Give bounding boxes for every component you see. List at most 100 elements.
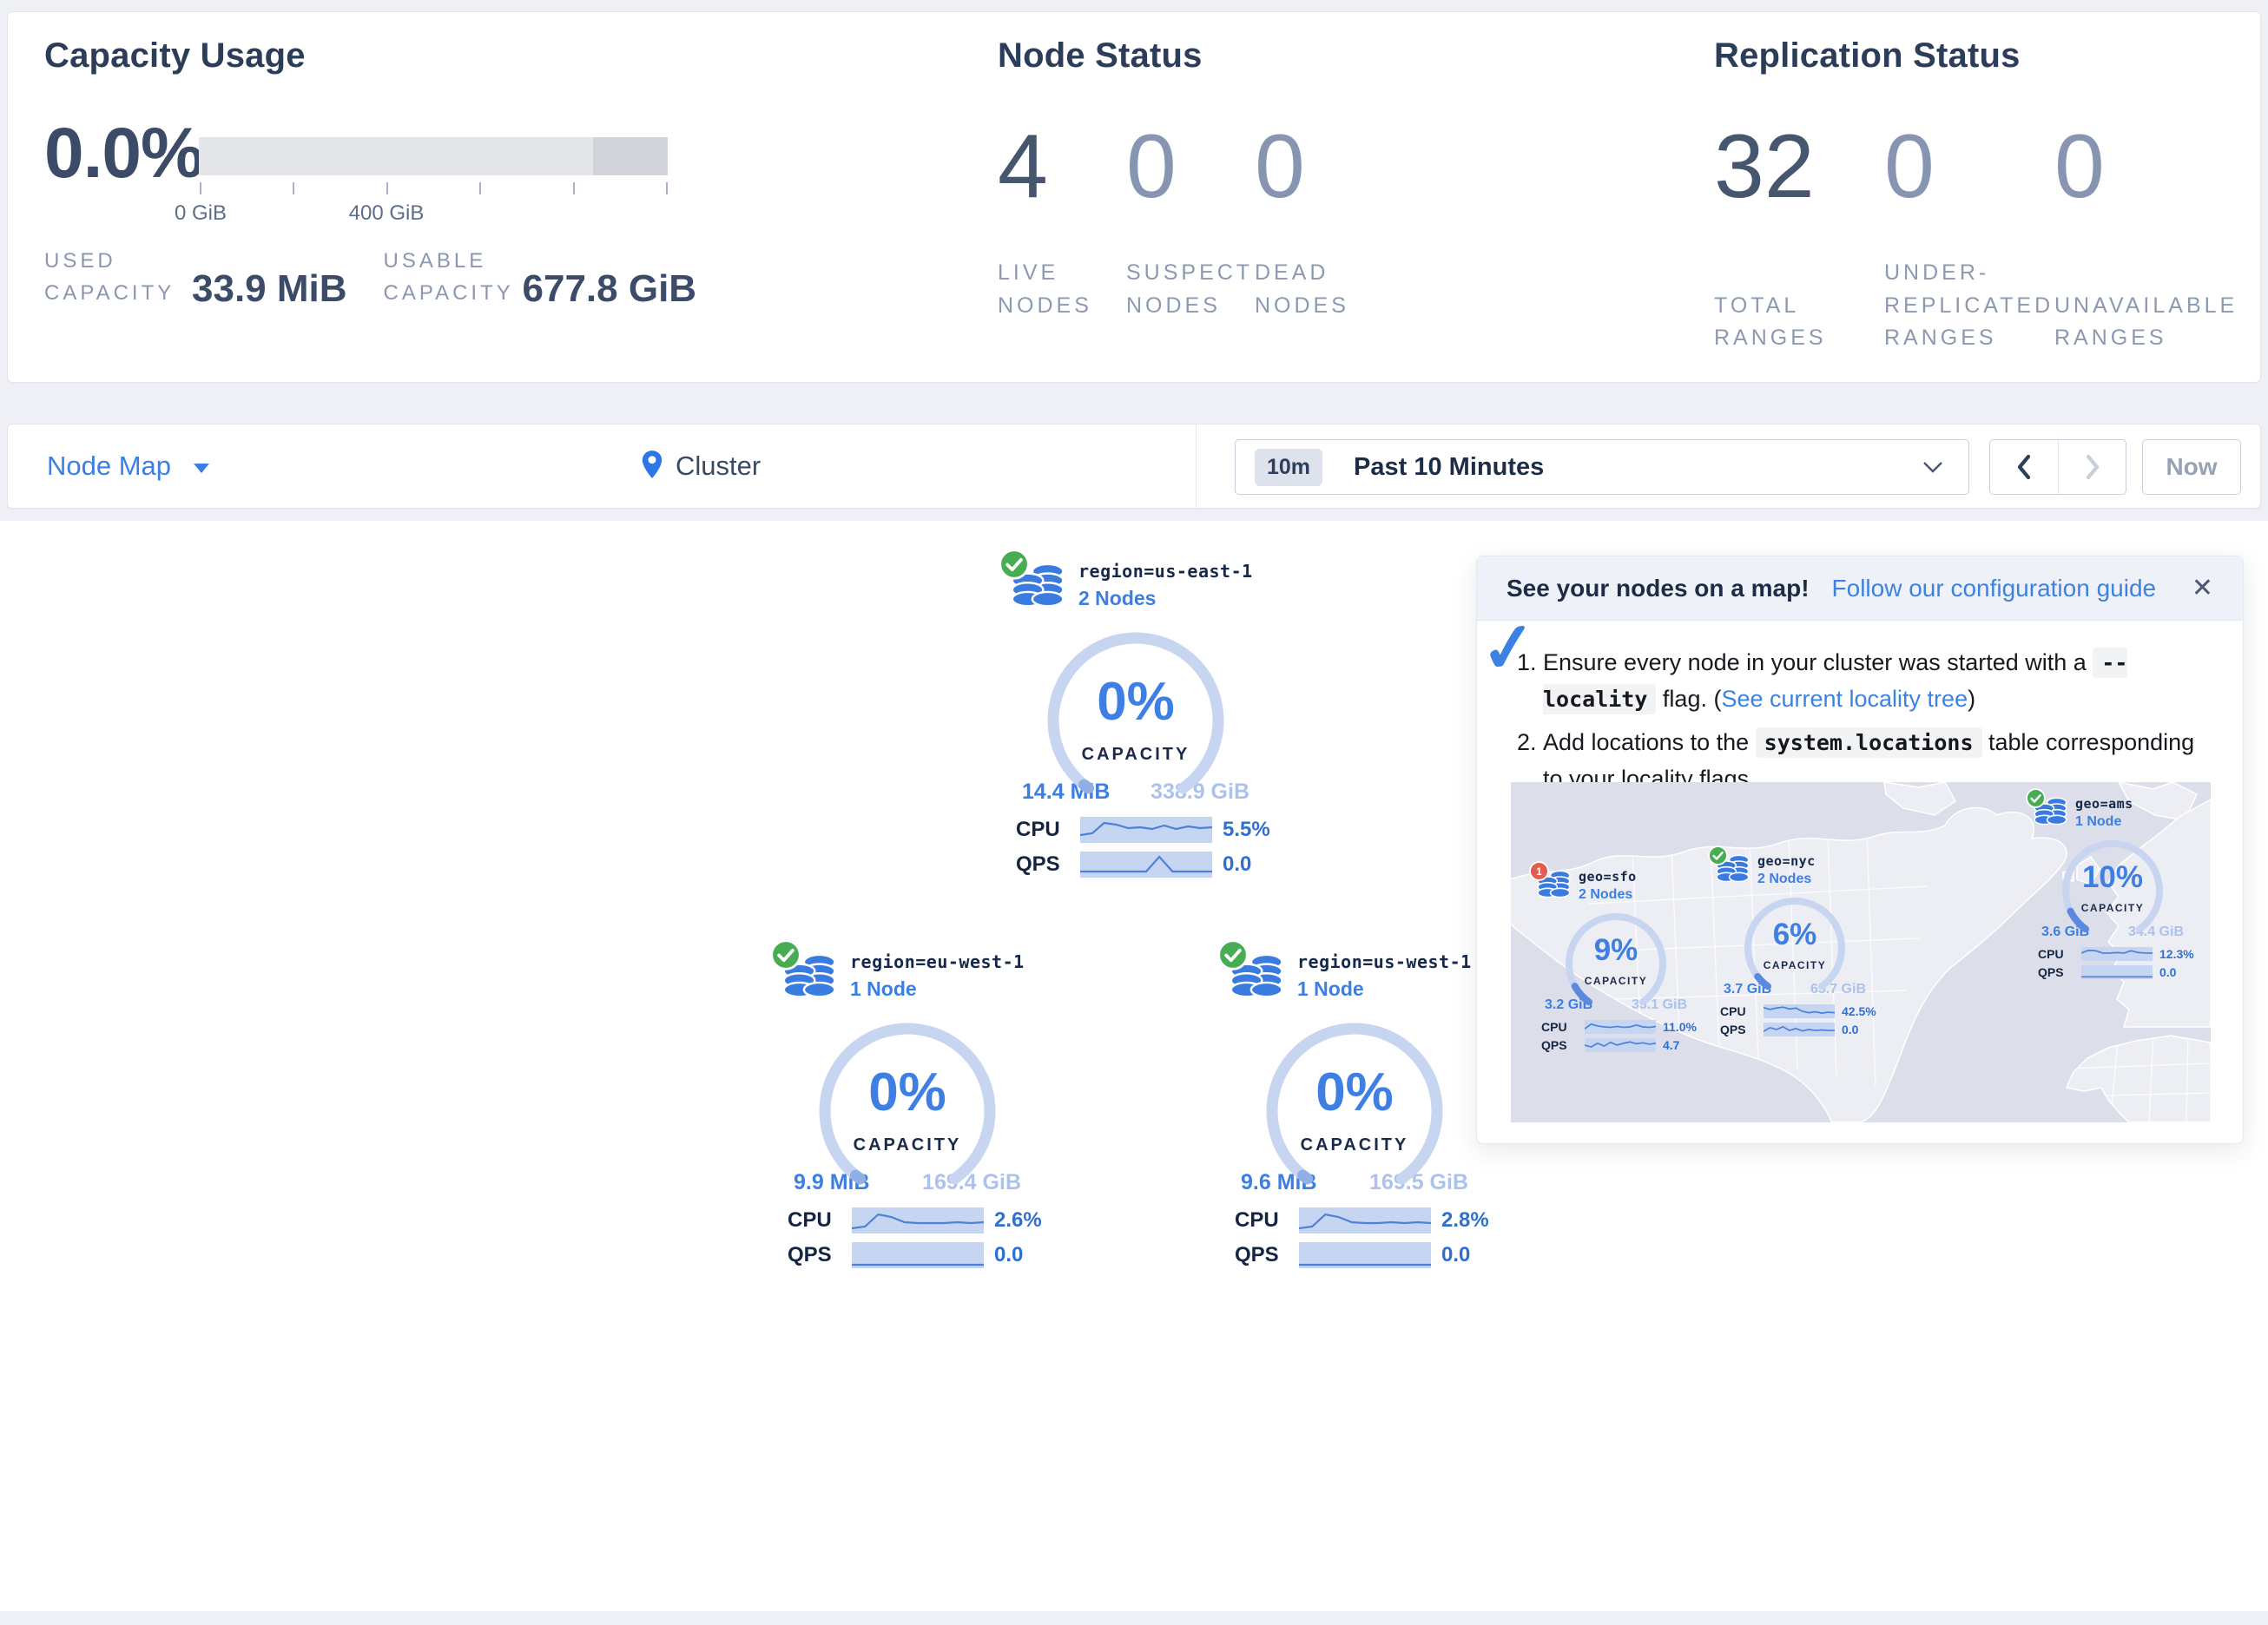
node-titles: region=us-west-1 1 Node [1297,951,1472,1001]
capacity-bar-used-segment [593,137,668,175]
cpu-value: 5.5% [1223,818,1270,842]
healthy-check-icon [999,549,1030,580]
section-title-replication: Replication Status [1714,38,2225,73]
code-system-locations: system.locations [1756,727,1982,758]
nodes-count-link[interactable]: 1 Node [2075,814,2133,830]
qps-label: QPS [1541,1038,1578,1052]
view-selector-dropdown[interactable]: Node Map [47,424,209,508]
qps-value: 0.0 [1842,1023,1876,1036]
cpu-sparkline [852,1207,984,1234]
node-titles: geo=ams 1 Node [2075,796,2133,830]
locality-label[interactable]: geo=nyc [1757,853,1816,869]
cpu-label: CPU [1235,1208,1289,1233]
popup-header: See your nodes on a map! Follow our conf… [1477,556,2243,621]
region-node-region=eu-west-1: region=eu-west-11 Node 0%CAPACITY9.9 MiB… [777,951,1038,1268]
cpu-value: 2.8% [1441,1208,1489,1233]
node-titles: geo=nyc 2 Nodes [1757,853,1816,887]
qps-label: QPS [1235,1243,1289,1267]
capacity-percent-value: 6% [1742,919,1848,950]
capacity-gauge: 9%CAPACITY [1563,911,1669,996]
node-status-value-1: 0 [1126,122,1255,212]
step-forward-button[interactable] [2058,440,2126,494]
cpu-sparkline [1585,1020,1656,1034]
region-node-geo=nyc: geo=nyc2 Nodes 6%CAPACITY3.7 GiB65.7 GiB… [1712,853,1877,1036]
capacity-bar-chart: 0 GiB 400 GiB [199,118,672,189]
axis-tick [293,182,294,194]
healthy-check-icon [1708,845,1728,865]
node-header: region=eu-west-1 1 Node [777,951,1038,1010]
locality-label[interactable]: region=us-west-1 [1297,951,1472,972]
node-metrics: CPU 5.5%QPS 0.0 [1016,817,1256,878]
node-header: geo=ams 1 Node [2030,796,2195,834]
cpu-value: 12.3% [2159,947,2194,961]
axis-label-400: 400 GiB [349,201,425,226]
capacity-percent: 0.0% [44,118,194,189]
check-icon: ✓ [1477,611,1540,684]
axis-tick [479,182,481,194]
map-toolbar: Node Map Cluster 10m Past 10 Minutes N [7,424,2261,509]
capacity-gauge: 0%CAPACITY [815,1019,999,1167]
close-icon[interactable]: ✕ [2192,576,2213,602]
qps-metric-row: QPS 0.0 [1720,1023,1876,1036]
qps-value: 0.0 [2159,965,2194,979]
replication-status-section: Replication Status 3200 TOTAL RANGESUNDE… [1714,38,2225,355]
node-status-label-2: DEAD NODES [1255,257,1383,322]
toolbar-divider [1196,424,1197,508]
time-range-badge: 10m [1255,449,1322,486]
capacity-gauge: 0% CAPACITY [1044,628,1228,776]
node-metrics: CPU 2.8%QPS 0.0 [1235,1207,1474,1268]
qps-sparkline [2081,965,2153,979]
node-map-page: Capacity Usage 0.0% 0 GiB 400 GiB [0,0,2268,1625]
cpu-sparkline [1764,1004,1835,1018]
qps-value: 0.0 [1223,852,1270,877]
capacity-gauge-label: CAPACITY [1044,745,1228,765]
nodes-count-link[interactable]: 1 Node [850,977,1025,1001]
time-range-select[interactable]: 10m Past 10 Minutes [1235,439,1969,495]
nodes-count-link[interactable]: 2 Nodes [1078,587,1253,610]
qps-label: QPS [1720,1023,1757,1036]
locality-tree-link[interactable]: See current locality tree [1721,686,1968,712]
nodes-count-link[interactable]: 1 Node [1297,977,1472,1001]
locality-label[interactable]: region=eu-west-1 [850,951,1025,972]
cpu-value: 42.5% [1842,1004,1876,1018]
node-status-value-0: 4 [998,122,1126,212]
capacity-gauge-label: CAPACITY [1263,1135,1447,1155]
svg-text:1: 1 [1536,867,1542,878]
popup-title: See your nodes on a map! [1507,575,1810,602]
node-metrics: CPU 42.5%QPS 0.0 [1720,1004,1869,1036]
cpu-label: CPU [2038,947,2074,961]
capacity-percent-value: 0% [815,1066,999,1120]
configuration-guide-link[interactable]: Follow our configuration guide [1832,575,2157,602]
locality-label[interactable]: region=us-east-1 [1078,561,1253,582]
qps-sparkline [1585,1038,1656,1052]
qps-value: 0.0 [994,1243,1042,1267]
nodes-count-link[interactable]: 2 Nodes [1579,887,1637,903]
capacity-gauge: 10%CAPACITY [2060,838,2166,923]
section-title-capacity: Capacity Usage [44,38,739,73]
now-button[interactable]: Now [2142,439,2241,495]
cpu-metric-row: CPU 12.3% [2038,947,2194,961]
qps-metric-row: QPS 0.0 [1235,1242,1489,1268]
qps-label: QPS [1016,852,1070,877]
qps-metric-row: QPS 0.0 [2038,965,2194,979]
breadcrumb[interactable]: Cluster [641,424,761,508]
nodes-count-link[interactable]: 2 Nodes [1757,872,1816,887]
replication-value-2: 0 [2054,122,2225,212]
capacity-percent-value: 0% [1044,675,1228,729]
replication-label-2: UNAVAILABLE RANGES [2054,290,2225,355]
cpu-label: CPU [1720,1004,1757,1018]
cluster-summary-panel: Capacity Usage 0.0% 0 GiB 400 GiB [7,11,2261,383]
time-range-label: Past 10 Minutes [1354,453,1544,482]
capacity-percent-value: 9% [1563,935,1669,965]
capacity-gauge-label: CAPACITY [1742,959,1848,971]
step-back-button[interactable] [1990,440,2058,494]
node-status-label-0: LIVE NODES [998,257,1126,322]
used-capacity-label: USED CAPACITY [44,245,176,309]
node-status-label-1: SUSPECT NODES [1126,257,1255,322]
caret-down-icon [194,464,209,473]
healthy-check-icon [1217,939,1249,970]
region-node-region=us-east-1: region=us-east-12 Nodes 0%CAPACITY14.4 M… [1005,561,1266,878]
locality-label[interactable]: geo=sfo [1579,869,1637,885]
cpu-metric-row: CPU 42.5% [1720,1004,1876,1018]
locality-label[interactable]: geo=ams [2075,796,2133,812]
